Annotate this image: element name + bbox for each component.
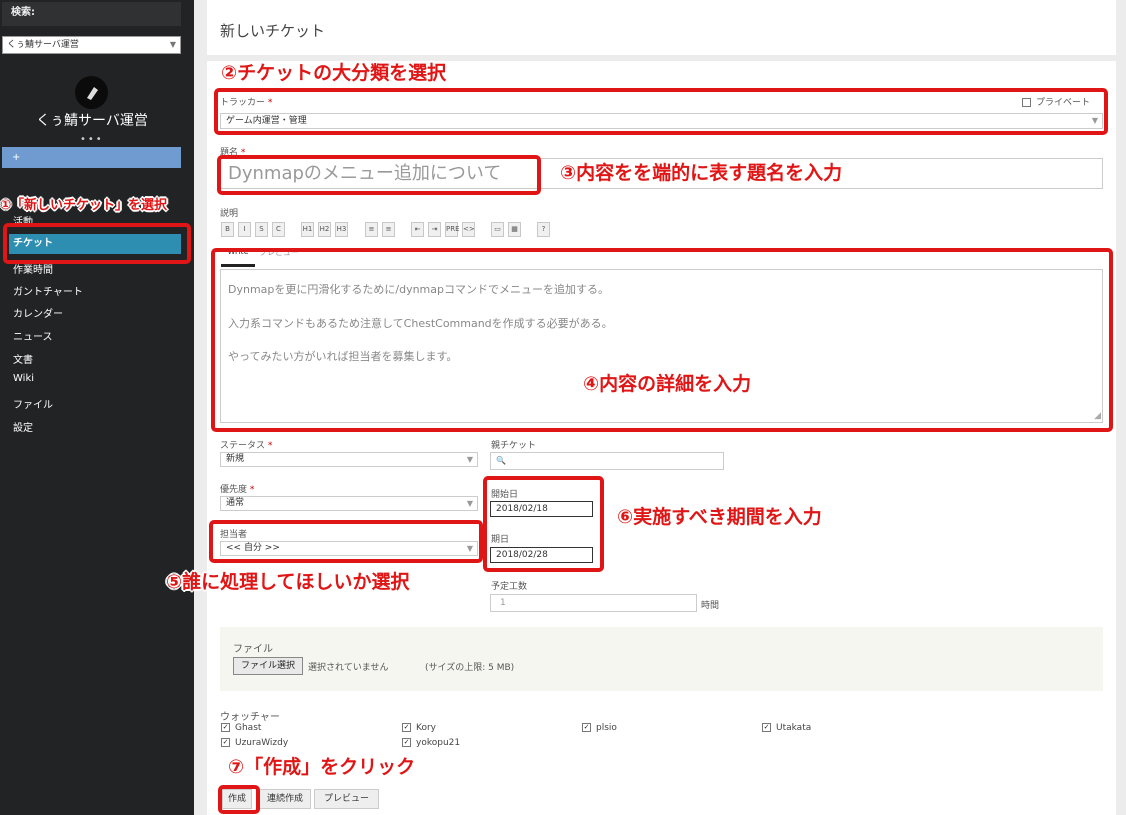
- watcher-checkbox[interactable]: ✓ Utakata: [762, 723, 811, 733]
- chevron-down-icon: ▼: [1091, 116, 1098, 125]
- parent-issue-input[interactable]: 🔍: [490, 452, 724, 470]
- chevron-down-icon: ▼: [466, 544, 473, 553]
- file-upload-section: ファイル ファイル選択 選択されていません (サイズの上限: 5 MB): [220, 627, 1103, 691]
- checkbox-checked-icon: ✓: [402, 723, 411, 732]
- due-date-label: 期日: [491, 535, 510, 545]
- status-label: ステータス *: [220, 441, 273, 451]
- checkbox-checked-icon: ✓: [402, 738, 411, 747]
- ul-button[interactable]: ≡: [365, 222, 378, 237]
- italic-button[interactable]: I: [238, 222, 251, 237]
- start-date-label: 開始日: [491, 490, 519, 500]
- h3-button[interactable]: H3: [335, 222, 348, 237]
- sidebar-item-gantt[interactable]: ガントチャート: [13, 283, 83, 298]
- tracker-select[interactable]: ゲーム内運営・管理 ▼: [220, 113, 1103, 129]
- checkbox-icon: [1022, 98, 1031, 107]
- parent-issue-label: 親チケット: [491, 441, 537, 451]
- file-status: 選択されていません: [308, 663, 389, 673]
- file-size-limit: (サイズの上限: 5 MB): [425, 663, 515, 673]
- pre-button[interactable]: PRE: [445, 222, 460, 237]
- help-button[interactable]: ?: [537, 222, 550, 237]
- sidebar-item-issues[interactable]: チケット: [9, 234, 181, 254]
- watcher-checkbox[interactable]: ✓ Kory: [402, 723, 436, 733]
- h2-button[interactable]: H2: [318, 222, 331, 237]
- annotation-step-3: ③内容をを端的に表す題名を入力: [560, 162, 843, 184]
- sidebar-item-activity[interactable]: 活動: [13, 213, 33, 228]
- sidebar: 検索: くぅ鯖サーバ運営 ▼ くぅ鯖サーバ運営 ••• + 活動 チケット 作業時…: [0, 0, 194, 815]
- watchers-label: ウォッチャー: [220, 712, 280, 723]
- sidebar-item-time[interactable]: 作業時間: [13, 261, 53, 276]
- watcher-checkbox[interactable]: ✓ UzuraWizdy: [221, 738, 288, 748]
- assignee-label: 担当者: [220, 530, 248, 540]
- sidebar-item-documents[interactable]: 文書: [13, 351, 33, 366]
- ol-button[interactable]: ≡: [382, 222, 395, 237]
- project-logo-icon: [75, 76, 108, 109]
- code-button[interactable]: C: [272, 222, 285, 237]
- outdent-button[interactable]: ⇤: [411, 222, 424, 237]
- watcher-checkbox[interactable]: ✓ Ghast: [221, 723, 261, 733]
- create-continue-button[interactable]: 連続作成: [259, 789, 311, 809]
- priority-select[interactable]: 通常 ▼: [220, 496, 478, 511]
- image-button[interactable]: ▭: [491, 222, 504, 237]
- search-label: 検索:: [2, 2, 181, 26]
- watcher-checkbox[interactable]: ✓ yokopu21: [402, 738, 460, 748]
- tracker-label: トラッカー *: [220, 98, 273, 108]
- table-button[interactable]: ▦: [508, 222, 521, 237]
- subject-label: 題名 *: [220, 148, 246, 158]
- private-checkbox[interactable]: プライベート: [1022, 95, 1090, 108]
- sidebar-item-news[interactable]: ニュース: [13, 328, 53, 343]
- more-dots-icon[interactable]: •••: [80, 134, 104, 145]
- chevron-down-icon: ▼: [466, 455, 473, 464]
- chevron-down-icon: ▼: [466, 499, 473, 508]
- inline-code-button[interactable]: <>: [462, 222, 475, 237]
- description-line: Dynmapを更に円滑化するために/dynmapコマンドでメニューを追加する。: [228, 283, 609, 296]
- estimate-label: 予定工数: [491, 582, 528, 592]
- tab-write[interactable]: Write: [221, 247, 255, 267]
- checkbox-checked-icon: ✓: [582, 723, 591, 732]
- sidebar-item-wiki[interactable]: Wiki: [13, 373, 34, 384]
- annotation-step-1: ①「新しいチケット」を選択: [0, 198, 168, 213]
- sidebar-item-calendar[interactable]: カレンダー: [13, 305, 63, 320]
- watcher-checkbox[interactable]: ✓ plsio: [582, 723, 617, 733]
- estimate-input[interactable]: 1: [490, 594, 697, 612]
- search-icon: 🔍: [496, 456, 506, 465]
- sidebar-item-settings[interactable]: 設定: [13, 419, 33, 434]
- assignee-select[interactable]: << 自分 >> ▼: [220, 541, 478, 556]
- checkbox-checked-icon: ✓: [221, 723, 230, 732]
- annotation-step-2: ②チケットの大分類を選択: [221, 62, 447, 84]
- create-button[interactable]: 作成: [222, 789, 252, 809]
- annotation-step-4: ④内容の詳細を入力: [583, 373, 752, 395]
- checkbox-checked-icon: ✓: [762, 723, 771, 732]
- file-select-button[interactable]: ファイル選択: [233, 657, 303, 675]
- title-bar: 新しいチケット: [207, 7, 1116, 61]
- resize-grip-icon[interactable]: ◢: [1094, 411, 1101, 421]
- status-select[interactable]: 新規 ▼: [220, 452, 478, 467]
- bold-button[interactable]: B: [221, 222, 234, 237]
- description-line: 入力系コマンドもあるため注意してChestCommandを作成する必要がある。: [228, 317, 613, 330]
- estimate-unit: 時間: [701, 601, 720, 611]
- project-jump-select[interactable]: くぅ鯖サーバ運営 ▼: [2, 36, 181, 54]
- annotation-step-7: ⑦「作成」をクリック: [228, 756, 416, 778]
- file-label: ファイル: [233, 644, 273, 655]
- project-name: くぅ鯖サーバ運営: [36, 113, 148, 129]
- description-line: やってみたい方がいれば担当者を募集します。: [228, 350, 458, 363]
- sidebar-item-files[interactable]: ファイル: [13, 396, 53, 411]
- description-textarea[interactable]: Dynmapを更に円滑化するために/dynmapコマンドでメニューを追加する。 …: [220, 269, 1103, 423]
- indent-button[interactable]: ⇥: [428, 222, 441, 237]
- tab-preview[interactable]: プレビュー: [259, 247, 299, 258]
- preview-button[interactable]: プレビュー: [314, 789, 379, 809]
- description-label: 説明: [220, 209, 239, 219]
- chevron-down-icon: ▼: [169, 40, 176, 49]
- new-object-button[interactable]: +: [2, 147, 181, 168]
- h1-button[interactable]: H1: [301, 222, 314, 237]
- due-date-input[interactable]: 2018/02/28: [490, 547, 593, 563]
- annotation-step-6: ⑥実施すべき期間を入力: [617, 506, 822, 528]
- start-date-input[interactable]: 2018/02/18: [490, 501, 593, 517]
- page-title: 新しいチケット: [220, 22, 326, 40]
- strike-button[interactable]: S: [255, 222, 268, 237]
- checkbox-checked-icon: ✓: [221, 738, 230, 747]
- annotation-step-5: ⑤誰に処理してほしいか選択: [166, 571, 410, 593]
- priority-label: 優先度 *: [220, 485, 255, 495]
